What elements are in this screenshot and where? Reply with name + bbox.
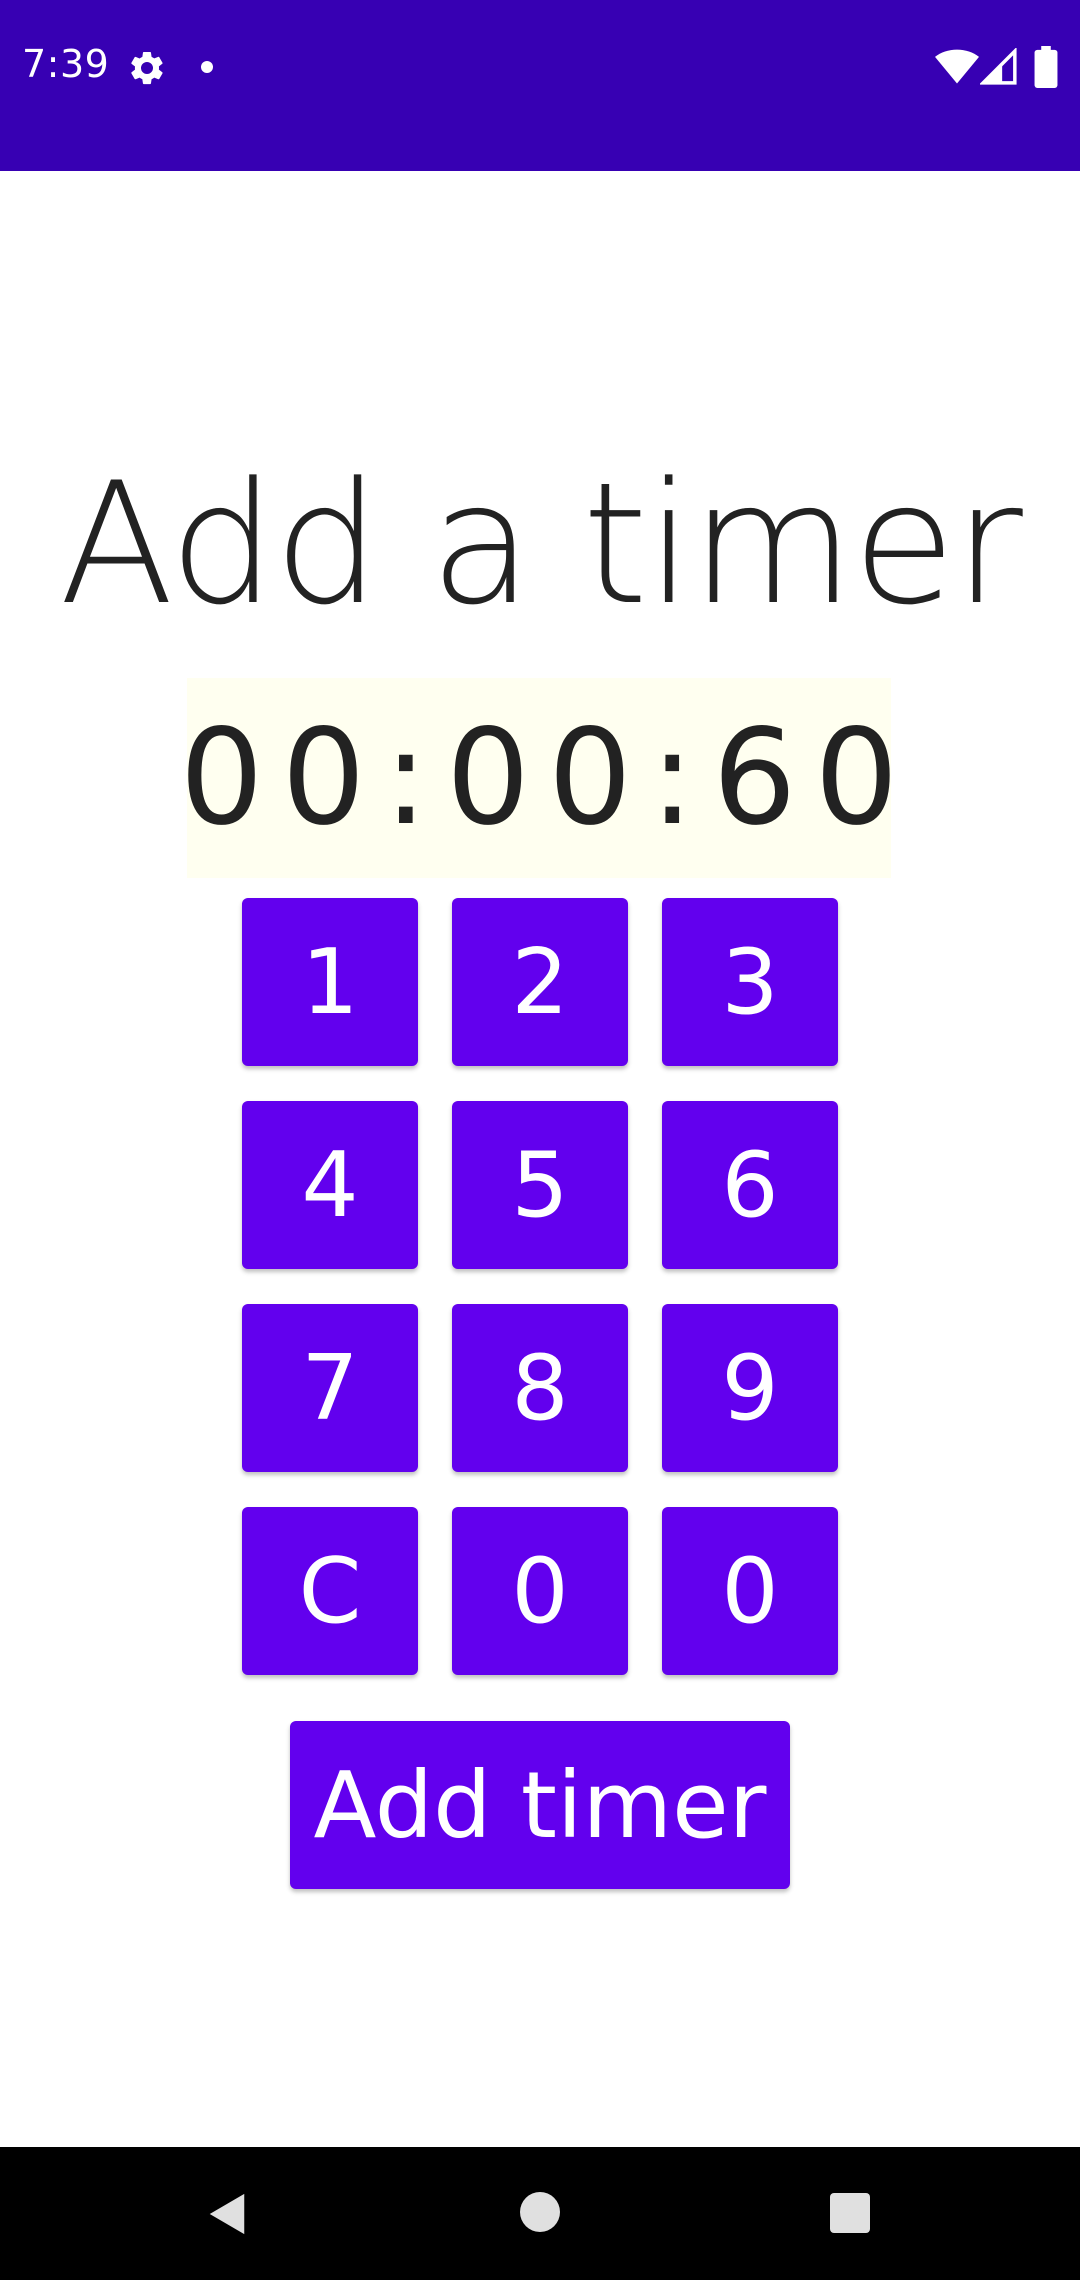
wifi-icon [935,49,979,84]
key-00-button[interactable]: 0 [662,1507,838,1675]
status-bar: 7:39 [0,0,1080,171]
key-9-button[interactable]: 9 [662,1304,838,1472]
battery-icon [1034,46,1058,88]
cell-signal-icon [980,48,1017,85]
add-timer-button[interactable]: Add timer [290,1721,790,1889]
key-8-button[interactable]: 8 [452,1304,628,1472]
home-icon[interactable] [520,2192,560,2232]
key-0-button[interactable]: 0 [452,1507,628,1675]
navigation-bar [0,2147,1080,2280]
status-time: 7:39 [22,42,110,86]
notification-dot-icon [201,61,213,73]
key-2-button[interactable]: 2 [452,898,628,1066]
back-icon[interactable] [205,2191,249,2237]
screen: 7:39 Add a timer 00:00:60 1 2 3 4 5 6 7 … [0,0,1080,2280]
recents-icon[interactable] [830,2193,870,2233]
key-6-button[interactable]: 6 [662,1101,838,1269]
key-5-button[interactable]: 5 [452,1101,628,1269]
key-clear-button[interactable]: C [242,1507,418,1675]
key-4-button[interactable]: 4 [242,1101,418,1269]
timer-display: 00:00:60 [180,678,898,878]
page-title: Add a timer [59,446,1023,642]
timer-value: 00:00:60 [179,701,917,855]
key-3-button[interactable]: 3 [662,898,838,1066]
key-7-button[interactable]: 7 [242,1304,418,1472]
gear-icon [131,52,163,85]
key-1-button[interactable]: 1 [242,898,418,1066]
